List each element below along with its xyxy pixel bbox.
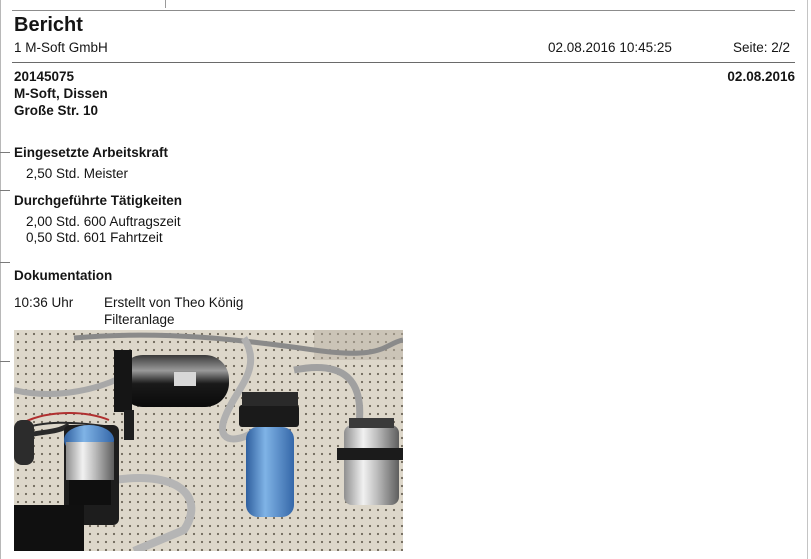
workforce-line: 2,50 Std. Meister <box>26 166 129 181</box>
activities-heading: Durchgeführte Tätigkeiten <box>14 193 183 208</box>
header-rule <box>12 62 795 63</box>
top-rule <box>12 10 795 11</box>
margin-mark <box>0 190 10 191</box>
workforce-heading: Eingesetzte Arbeitskraft <box>14 145 169 160</box>
customer-name: M-Soft, Dissen <box>14 86 108 101</box>
page-right-edge <box>807 0 808 559</box>
margin-mark <box>0 361 10 362</box>
activity-line: 2,00 Std. 600 Auftragszeit <box>26 214 181 229</box>
order-number: 20145075 <box>14 69 75 84</box>
margin-mark <box>0 152 10 153</box>
customer-street: Große Str. 10 <box>14 103 99 118</box>
order-date: 02.08.2016 <box>727 69 795 84</box>
filter-system-photo <box>14 330 403 551</box>
margin-mark <box>0 262 10 263</box>
photo-caption: Filteranlage <box>104 312 175 327</box>
activity-line: 0,50 Std. 601 Fahrtzeit <box>26 230 163 245</box>
page-left-edge <box>0 0 1 559</box>
print-datetime: 02.08.2016 10:45:25 <box>548 40 672 55</box>
documentation-heading: Dokumentation <box>14 268 113 283</box>
page-number: Seite: 2/2 <box>733 40 791 55</box>
documentation-time: 10:36 Uhr <box>14 295 74 310</box>
company-name: 1 M-Soft GmbH <box>14 40 108 55</box>
report-title: Bericht <box>14 14 83 36</box>
documentation-author: Erstellt von Theo König <box>104 295 244 310</box>
margin-mark <box>165 0 166 8</box>
